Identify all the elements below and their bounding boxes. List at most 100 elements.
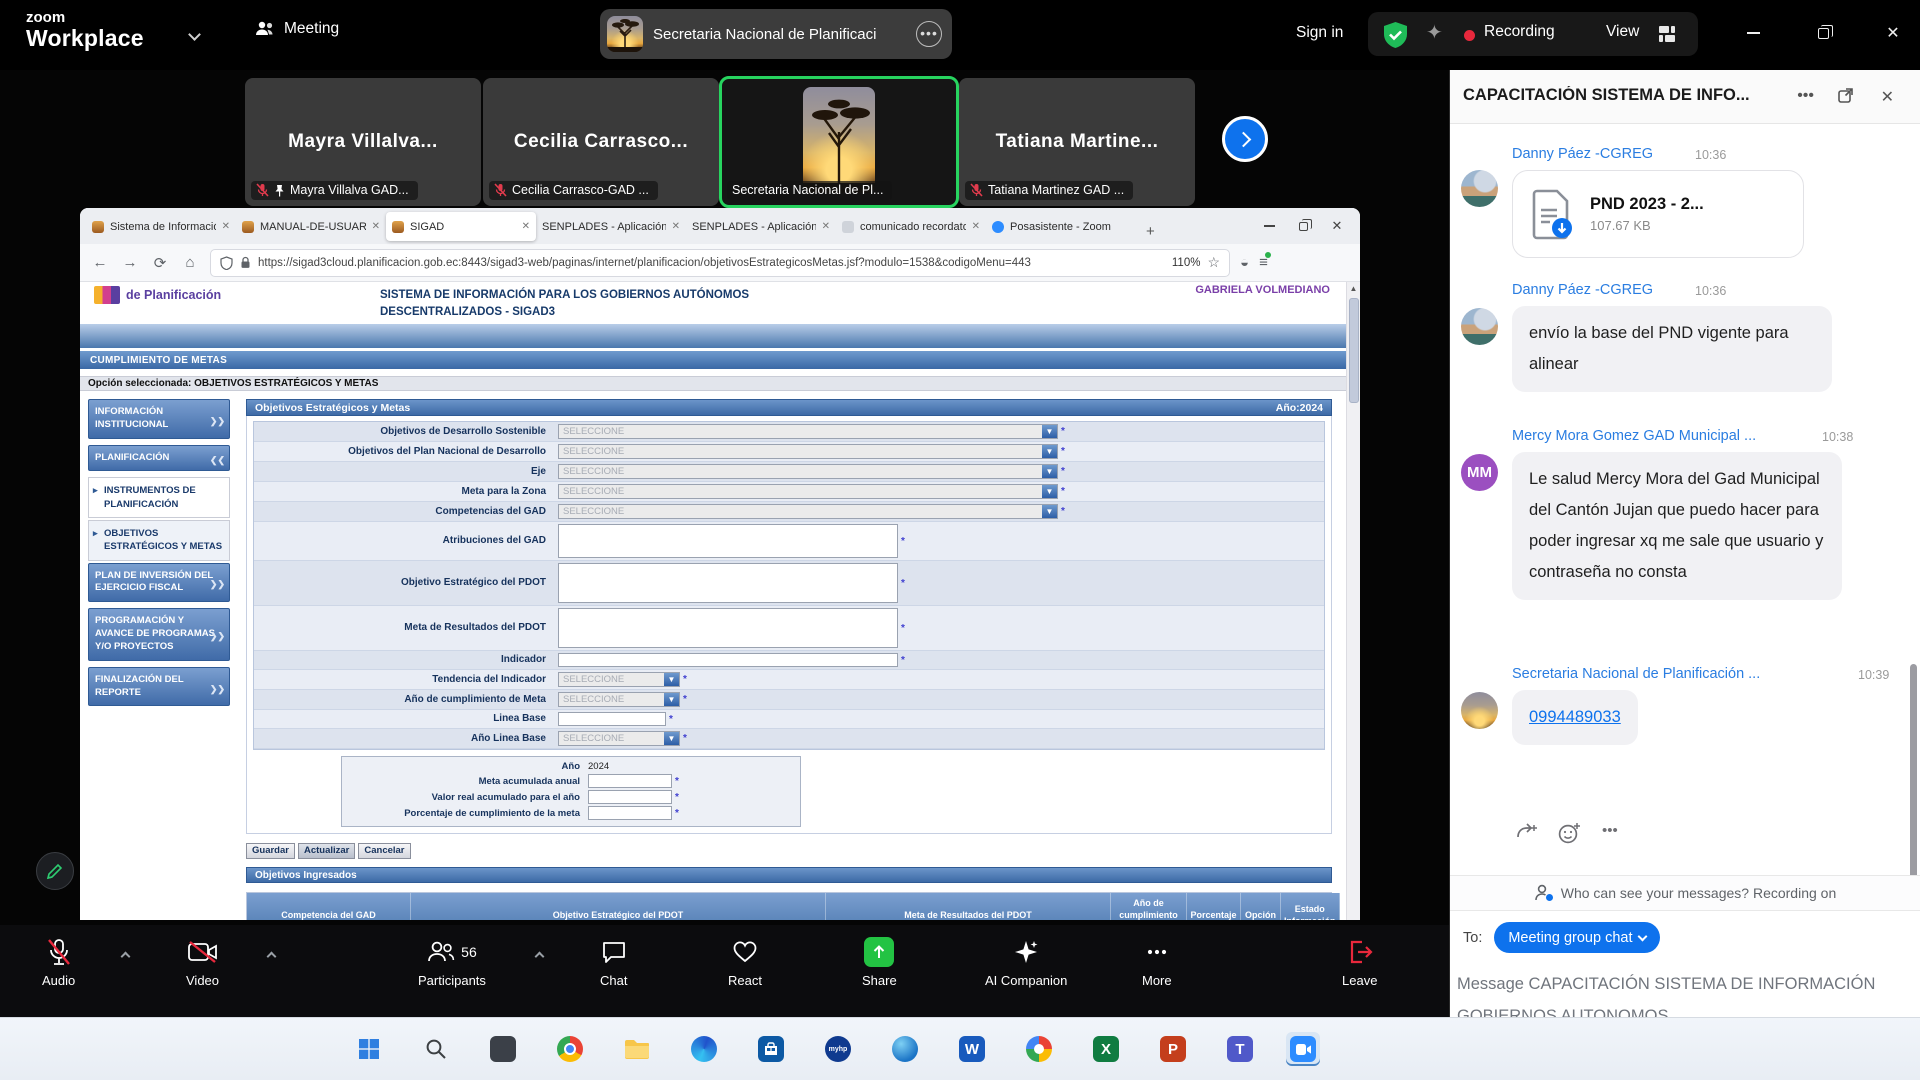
sidebar-item-objetivos-estrategicos[interactable]: OBJETIVOS ESTRATÉGICOS Y METAS	[88, 520, 230, 561]
taskbar-app-google[interactable]	[1022, 1032, 1056, 1066]
taskbar-app-zoom-active[interactable]	[1286, 1032, 1320, 1066]
eje-select[interactable]: SELECCIONE▼	[558, 464, 1058, 479]
security-shield-icon[interactable]	[1382, 21, 1409, 49]
message-sender[interactable]: Danny Páez -CGREG	[1512, 146, 1653, 162]
next-participants-button[interactable]	[1222, 116, 1268, 162]
meta-pdot-textarea[interactable]	[558, 608, 898, 648]
browser-minimize-button[interactable]	[1252, 213, 1286, 239]
participants-options-caret[interactable]	[536, 947, 543, 965]
more-button[interactable]: More	[1142, 937, 1172, 988]
taskbar-app-edge[interactable]	[687, 1032, 721, 1066]
meta-acumulada-input[interactable]	[588, 774, 672, 788]
page-zoom-level[interactable]: 110%	[1172, 257, 1201, 269]
video-button[interactable]: Video	[186, 937, 219, 988]
sidebar-item-programacion-avance[interactable]: PROGRAMACIÓN Y AVANCE DE PROGRAMAS Y/O P…	[88, 608, 230, 660]
sidebar-item-informacion-institucional[interactable]: INFORMACIÓN INSTITUCIONAL❯❯	[88, 399, 230, 439]
taskbar-app-powerpoint[interactable]: P	[1156, 1032, 1190, 1066]
tab-close-icon[interactable]: ✕	[522, 221, 530, 232]
sidebar-item-finalizacion-reporte[interactable]: FINALIZACIÓN DEL REPORTE❯❯	[88, 667, 230, 707]
restore-button[interactable]	[1806, 18, 1840, 48]
taskbar-app-teams[interactable]: T	[1223, 1032, 1257, 1066]
video-options-caret[interactable]	[268, 947, 275, 965]
porcentaje-input[interactable]	[588, 806, 672, 820]
tab-close-icon[interactable]: ✕	[372, 221, 380, 232]
browser-tab[interactable]: Sistema de Información para lo✕	[86, 212, 236, 241]
tab-meeting[interactable]: Meeting	[255, 20, 339, 38]
tab-close-icon[interactable]: ✕	[822, 221, 830, 232]
view-button[interactable]: View	[1606, 23, 1639, 41]
competencias-select[interactable]: SELECCIONE▼	[558, 504, 1058, 519]
file-attachment-card[interactable]: PND 2023 - 2... 107.67 KB	[1512, 170, 1804, 258]
anio-linea-base-select[interactable]: SELECCIONE▼	[558, 731, 680, 746]
sign-in-button[interactable]: Sign in	[1296, 24, 1343, 42]
scroll-up-icon[interactable]: ▲	[1347, 282, 1360, 296]
participant-tile[interactable]: Mayra Villalva... Mayra Villalva GAD...	[245, 78, 481, 206]
annotate-button[interactable]	[36, 852, 74, 890]
audio-button[interactable]: Audio	[42, 937, 75, 988]
browser-tab[interactable]: SENPLADES - Aplicación de Admini✕	[686, 212, 836, 241]
taskbar-app-chrome[interactable]	[553, 1032, 587, 1066]
pnd-select[interactable]: SELECCIONE▼	[558, 444, 1058, 459]
participant-tile[interactable]: Cecilia Carrasco... Cecilia Carrasco-GAD…	[483, 78, 719, 206]
share-button[interactable]: Share	[862, 937, 897, 988]
taskbar-app-dark[interactable]	[486, 1032, 520, 1066]
browser-tab[interactable]: Posasistente - Zoom	[986, 212, 1136, 241]
emoji-reaction-icon[interactable]	[1558, 822, 1582, 844]
pocket-icon[interactable]: ◒	[1240, 254, 1249, 271]
chat-close-icon[interactable]: ✕	[1881, 87, 1894, 107]
home-icon[interactable]: ⌂	[180, 254, 200, 271]
cancelar-button[interactable]: Cancelar	[358, 843, 410, 859]
anio-cumplimiento-select[interactable]: SELECCIONE▼	[558, 692, 680, 707]
audio-options-caret[interactable]	[122, 947, 129, 965]
actualizar-button[interactable]: Actualizar	[298, 843, 355, 859]
taskbar-app-browser[interactable]	[888, 1032, 922, 1066]
back-icon[interactable]: ←	[90, 254, 110, 271]
taskbar-app-myhp[interactable]: myhp	[821, 1032, 855, 1066]
browser-close-button[interactable]: ✕	[1320, 213, 1354, 239]
chat-more-icon[interactable]: •••	[1797, 87, 1814, 105]
more-options-icon[interactable]: •••	[916, 21, 942, 47]
bookmark-star-icon[interactable]: ☆	[1207, 254, 1220, 271]
menu-icon[interactable]: ≡	[1259, 254, 1268, 271]
browser-tab[interactable]: comunicado recordatorio SIGAD 20✕	[836, 212, 986, 241]
message-sender[interactable]: Mercy Mora Gomez GAD Municipal ...	[1512, 428, 1756, 444]
visibility-notice[interactable]: Who can see your messages? Recording on	[1450, 875, 1920, 911]
react-button[interactable]: React	[728, 937, 762, 988]
message-more-icon[interactable]: •••	[1602, 822, 1618, 844]
recording-label[interactable]: Recording	[1484, 23, 1555, 41]
close-button[interactable]: ✕	[1876, 18, 1910, 48]
message-sender[interactable]: Secretaria Nacional de Planificación ...	[1512, 666, 1760, 682]
search-button[interactable]	[419, 1032, 453, 1066]
ai-companion-icon[interactable]: ✦	[1426, 20, 1443, 45]
minimize-button[interactable]	[1736, 18, 1770, 48]
phone-link[interactable]: 0994489033	[1529, 708, 1621, 726]
forward-icon[interactable]: →	[120, 254, 140, 271]
view-grid-icon[interactable]	[1658, 25, 1676, 43]
reply-icon[interactable]	[1516, 822, 1538, 842]
atribuciones-textarea[interactable]	[558, 524, 898, 558]
ods-select[interactable]: SELECCIONE▼	[558, 424, 1058, 439]
tab-close-icon[interactable]: ✕	[972, 221, 980, 232]
meeting-title-pill[interactable]: Secretaria Nacional de Planificaci •••	[600, 9, 952, 59]
browser-tab[interactable]: MANUAL-DE-USUARIO-SIGAD_✕	[236, 212, 386, 241]
participant-tile[interactable]: Tatiana Martine... Tatiana Martinez GAD …	[959, 78, 1195, 206]
reload-icon[interactable]: ⟳	[150, 254, 170, 272]
guardar-button[interactable]: Guardar	[246, 843, 295, 859]
tab-close-icon[interactable]: ✕	[222, 221, 230, 232]
url-field[interactable]: https://sigad3cloud.planificacion.gob.ec…	[210, 249, 1230, 277]
sidebar-item-planificacion[interactable]: PLANIFICACIÓN❮❮	[88, 445, 230, 472]
taskbar-app-excel[interactable]: X	[1089, 1032, 1123, 1066]
chat-scrollbar-thumb[interactable]	[1910, 664, 1917, 910]
chat-button[interactable]: Chat	[600, 937, 627, 988]
objetivo-pdot-textarea[interactable]	[558, 563, 898, 603]
recipient-selector[interactable]: Meeting group chat	[1494, 922, 1660, 953]
valor-real-input[interactable]	[588, 790, 672, 804]
taskbar-app-explorer[interactable]	[620, 1032, 654, 1066]
browser-tab-active[interactable]: SIGAD✕	[386, 212, 536, 241]
tendencia-select[interactable]: SELECCIONE▼	[558, 672, 680, 687]
chevron-down-icon[interactable]	[188, 28, 201, 41]
sidebar-item-plan-inversion[interactable]: PLAN DE INVERSIÓN DEL EJERCICIO FISCAL❯❯	[88, 563, 230, 603]
participant-tile-active-speaker[interactable]: Secretaria Nacional de Pl...	[721, 78, 957, 206]
taskbar-app-word[interactable]: W	[955, 1032, 989, 1066]
ai-companion-button[interactable]: AI Companion	[985, 937, 1067, 988]
